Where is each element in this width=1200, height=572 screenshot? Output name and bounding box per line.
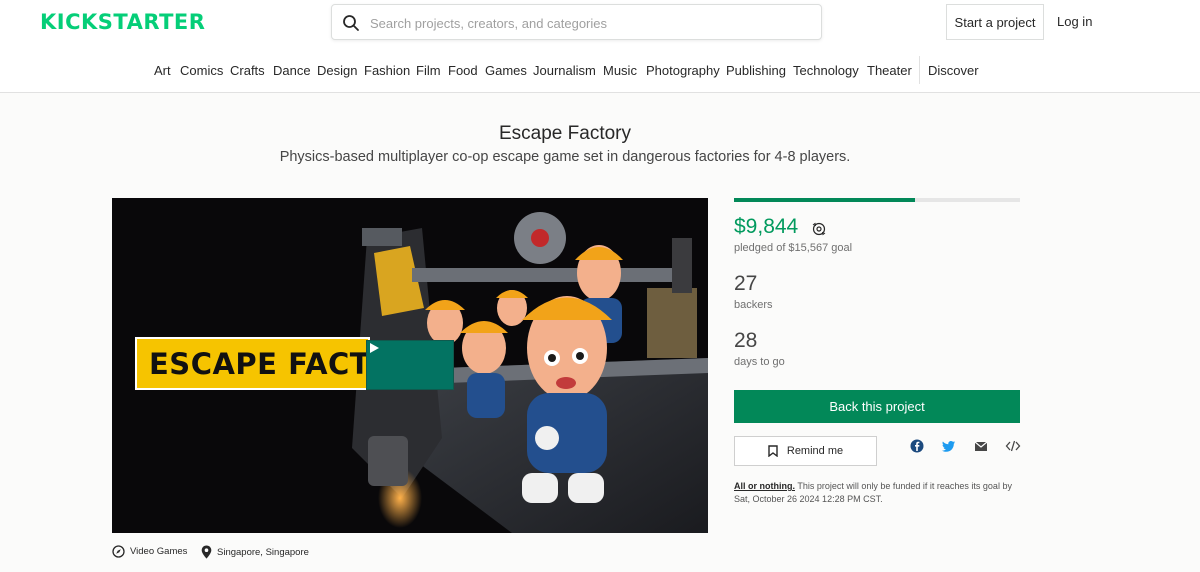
embed-code-icon[interactable] [1005,438,1021,454]
backers-count: 27 [734,272,758,295]
back-project-button[interactable]: Back this project [734,390,1020,423]
project-subtitle: Physics-based multiplayer co-op escape g… [279,149,851,165]
nav-item-journalism[interactable]: Journalism [533,63,596,78]
search-icon [343,15,359,31]
remind-me-button[interactable]: Remind me [734,436,877,466]
search-box[interactable] [331,4,822,40]
remind-me-label: Remind me [786,445,844,457]
site-header: KICKSTARTER Start a project Log in Art C… [0,0,1200,93]
category-label: Video Games [130,546,188,557]
backers-label: backers [734,299,773,311]
twitter-icon[interactable] [941,438,957,454]
nav-item-fashion[interactable]: Fashion [364,63,410,78]
nav-item-discover[interactable]: Discover [928,63,979,78]
pledged-amount: $9,844 [734,215,799,238]
nav-item-design[interactable]: Design [317,63,357,78]
compass-icon [112,545,125,558]
location-pin-icon [201,545,212,559]
currency-conversion-icon[interactable] [812,222,826,236]
nav-item-music[interactable]: Music [603,63,637,78]
nav-item-food[interactable]: Food [448,63,478,78]
nav-item-publishing[interactable]: Publishing [726,63,786,78]
video-banner-text: ESCAPE FACT [149,347,370,381]
nav-item-theater[interactable]: Theater [867,63,912,78]
project-category[interactable]: Video Games [112,545,187,558]
video-title-banner: ESCAPE FACT [135,337,370,390]
start-project-button[interactable]: Start a project [946,4,1044,40]
all-or-nothing-link[interactable]: All or nothing. [734,481,795,491]
project-title: Escape Factory [499,123,631,144]
nav-item-comics[interactable]: Comics [180,63,223,78]
nav-item-technology[interactable]: Technology [793,63,859,78]
location-label: Singapore, Singapore [217,546,309,558]
funding-progress-bar [734,198,1020,202]
pledged-goal-text: pledged of $15,567 goal [734,242,853,254]
play-button[interactable] [366,340,454,390]
nav-item-crafts[interactable]: Crafts [230,63,265,78]
days-count: 28 [734,329,758,352]
project-location[interactable]: Singapore, Singapore [201,545,309,559]
project-video[interactable]: ESCAPE FACT [112,198,708,533]
funding-progress-fill [734,198,915,202]
search-input[interactable] [370,12,810,34]
nav-item-dance[interactable]: Dance [273,63,311,78]
funding-fine-print: All or nothing. This project will only b… [734,480,1024,506]
play-icon [370,343,379,353]
nav-item-film[interactable]: Film [416,63,441,78]
nav-item-art[interactable]: Art [154,63,171,78]
nav-item-photography[interactable]: Photography [646,63,720,78]
nav-item-games[interactable]: Games [485,63,527,78]
login-link[interactable]: Log in [1057,14,1092,29]
category-nav: Art Comics Crafts Dance Design Fashion F… [0,63,1200,79]
bookmark-icon [768,445,778,457]
email-icon[interactable] [973,438,989,454]
kickstarter-logo[interactable]: KICKSTARTER [40,10,205,34]
facebook-icon[interactable] [909,438,925,454]
days-label: days to go [734,356,785,368]
nav-divider [919,56,920,84]
